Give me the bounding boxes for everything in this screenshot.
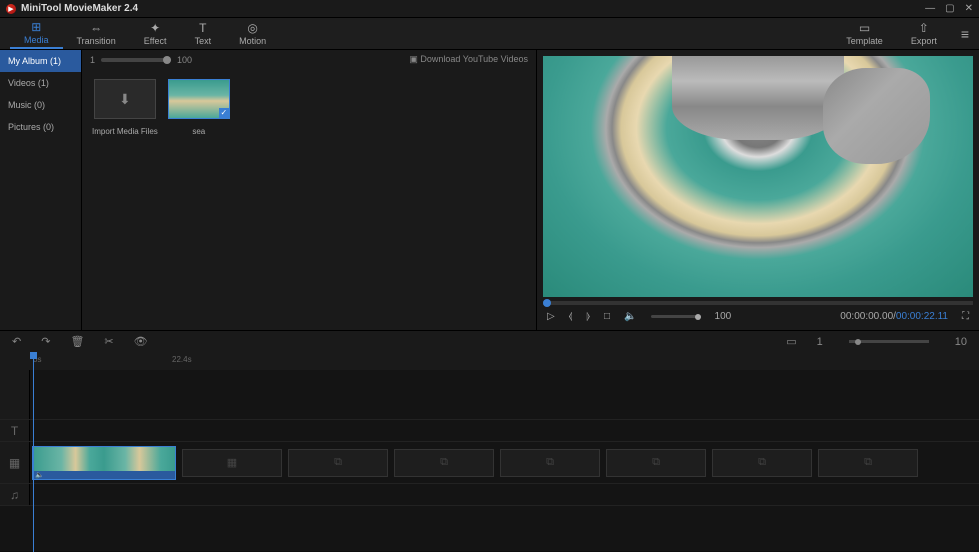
sidebar-item-music[interactable]: Music (0) xyxy=(0,94,81,116)
video-track-icon: ▦ xyxy=(0,442,30,483)
motion-icon: ◎ xyxy=(247,21,257,35)
preview-scrubber[interactable] xyxy=(543,301,973,305)
empty-slot[interactable]: ⧉ xyxy=(500,449,600,477)
transition-slot-icon: ⧉ xyxy=(334,456,342,469)
template-icon: ▭ xyxy=(859,21,870,35)
empty-slot[interactable]: ⧉ xyxy=(712,449,812,477)
tab-media[interactable]: ⊞ Media xyxy=(10,18,63,49)
tab-effect[interactable]: ✦ Effect xyxy=(130,18,181,49)
empty-slot[interactable]: ⧉ xyxy=(818,449,918,477)
tab-transition[interactable]: ⇔ Transition xyxy=(63,18,130,49)
transition-slot-icon: ⧉ xyxy=(440,456,448,469)
next-frame-button[interactable]: ⦊ xyxy=(586,311,590,322)
play-button[interactable]: ▷ xyxy=(547,311,555,322)
tab-text[interactable]: T Text xyxy=(181,18,226,49)
playhead[interactable] xyxy=(33,352,34,552)
stop-button[interactable]: □ xyxy=(604,311,610,322)
delete-button[interactable]: 🗑 xyxy=(70,335,84,348)
empty-slot[interactable]: ⧉ xyxy=(288,449,388,477)
transition-slot-icon: ⧉ xyxy=(758,456,766,469)
media-clip-sea[interactable]: sea xyxy=(168,79,230,136)
fit-button[interactable]: ▭ xyxy=(786,335,796,348)
timeline: 0s 22.4s T ▦ 🔈 ▦ ⧉ ⧉ ⧉ ⧉ ⧉ ⧉ ♫ xyxy=(0,352,979,551)
media-panel: 1 100 ▣ Download YouTube Videos ⬇ Import… xyxy=(82,50,537,330)
volume-slider[interactable] xyxy=(651,315,701,318)
sidebar-item-myalbum[interactable]: My Album (1) xyxy=(0,50,81,72)
empty-slot[interactable]: ⧉ xyxy=(394,449,494,477)
split-button[interactable]: ✂ xyxy=(104,335,113,348)
media-icon: ⊞ xyxy=(31,20,41,34)
audio-track-icon: ♫ xyxy=(0,484,30,505)
transition-slot-icon: ⧉ xyxy=(864,456,872,469)
film-icon: ▦ xyxy=(227,456,237,469)
close-button[interactable]: ✕ xyxy=(965,3,973,14)
import-media-tile[interactable]: ⬇ Import Media Files xyxy=(92,79,158,136)
volume-value: 100 xyxy=(715,311,732,322)
preview-panel: ▷ ⦉ ⦊ □ 🔈 100 00:00:00.00/00:00:22.11 ⛶ xyxy=(537,50,979,330)
effect-icon: ✦ xyxy=(150,21,160,35)
empty-slot[interactable]: ⧉ xyxy=(606,449,706,477)
redo-button[interactable]: ↷ xyxy=(41,335,50,348)
audio-track[interactable]: ♫ xyxy=(0,484,979,506)
volume-icon[interactable]: 🔈 xyxy=(624,311,636,322)
empty-slot[interactable]: ▦ xyxy=(182,449,282,477)
timeline-ruler[interactable]: 0s 22.4s xyxy=(0,352,979,370)
sidebar: My Album (1) Videos (1) Music (0) Pictur… xyxy=(0,50,82,330)
prev-frame-button[interactable]: ⦉ xyxy=(569,311,573,322)
clip-thumbnail xyxy=(168,79,230,119)
menu-button[interactable]: ≡ xyxy=(961,26,969,42)
zoom-min-label: 1 xyxy=(90,55,95,65)
tl-zoom-value: 1 xyxy=(817,336,823,348)
fullscreen-button[interactable]: ⛶ xyxy=(962,311,969,322)
preview-button[interactable]: 👁 xyxy=(134,335,148,348)
import-icon: ⬇ xyxy=(94,79,156,119)
timeline-zoom-slider[interactable] xyxy=(849,340,929,343)
transition-icon: ⇔ xyxy=(90,21,102,35)
zoom-value: 100 xyxy=(177,55,192,65)
sidebar-item-pictures[interactable]: Pictures (0) xyxy=(0,116,81,138)
clip-audio-icon: 🔈 xyxy=(33,471,175,479)
time-display: 00:00:00.00/00:00:22.11 xyxy=(840,311,948,322)
text-icon: T xyxy=(199,21,206,35)
minimize-button[interactable]: — xyxy=(925,3,935,14)
template-button[interactable]: ▭ Template xyxy=(832,18,897,49)
export-icon: ⇧ xyxy=(919,21,929,35)
undo-button[interactable]: ↶ xyxy=(12,335,21,348)
tl-zoom-max: 10 xyxy=(955,336,967,348)
download-youtube-link[interactable]: ▣ Download YouTube Videos xyxy=(409,54,528,65)
app-title: MiniTool MovieMaker 2.4 xyxy=(21,3,138,14)
text-track-icon: T xyxy=(0,420,30,441)
preview-video[interactable] xyxy=(543,56,973,297)
transition-slot-icon: ⧉ xyxy=(652,456,660,469)
thumbnail-zoom-slider[interactable] xyxy=(101,58,171,62)
track-spacer xyxy=(0,370,979,420)
video-track[interactable]: ▦ 🔈 ▦ ⧉ ⧉ ⧉ ⧉ ⧉ ⧉ xyxy=(0,442,979,484)
camera-icon: ▣ xyxy=(409,54,420,64)
maximize-button[interactable]: ▢ xyxy=(945,3,954,14)
export-button[interactable]: ⇧ Export xyxy=(897,18,951,49)
timeline-clip-sea[interactable]: 🔈 xyxy=(32,446,176,480)
app-logo-icon: ▶ xyxy=(6,4,16,14)
transition-slot-icon: ⧉ xyxy=(546,456,554,469)
timeline-toolbar: ↶ ↷ 🗑 ✂ 👁 ▭ 1 10 xyxy=(0,330,979,352)
text-track[interactable]: T xyxy=(0,420,979,442)
sidebar-item-videos[interactable]: Videos (1) xyxy=(0,72,81,94)
title-bar: ▶ MiniTool MovieMaker 2.4 — ▢ ✕ xyxy=(0,0,979,18)
tab-motion[interactable]: ◎ Motion xyxy=(225,18,280,49)
main-toolbar: ⊞ Media ⇔ Transition ✦ Effect T Text ◎ M… xyxy=(0,18,979,50)
